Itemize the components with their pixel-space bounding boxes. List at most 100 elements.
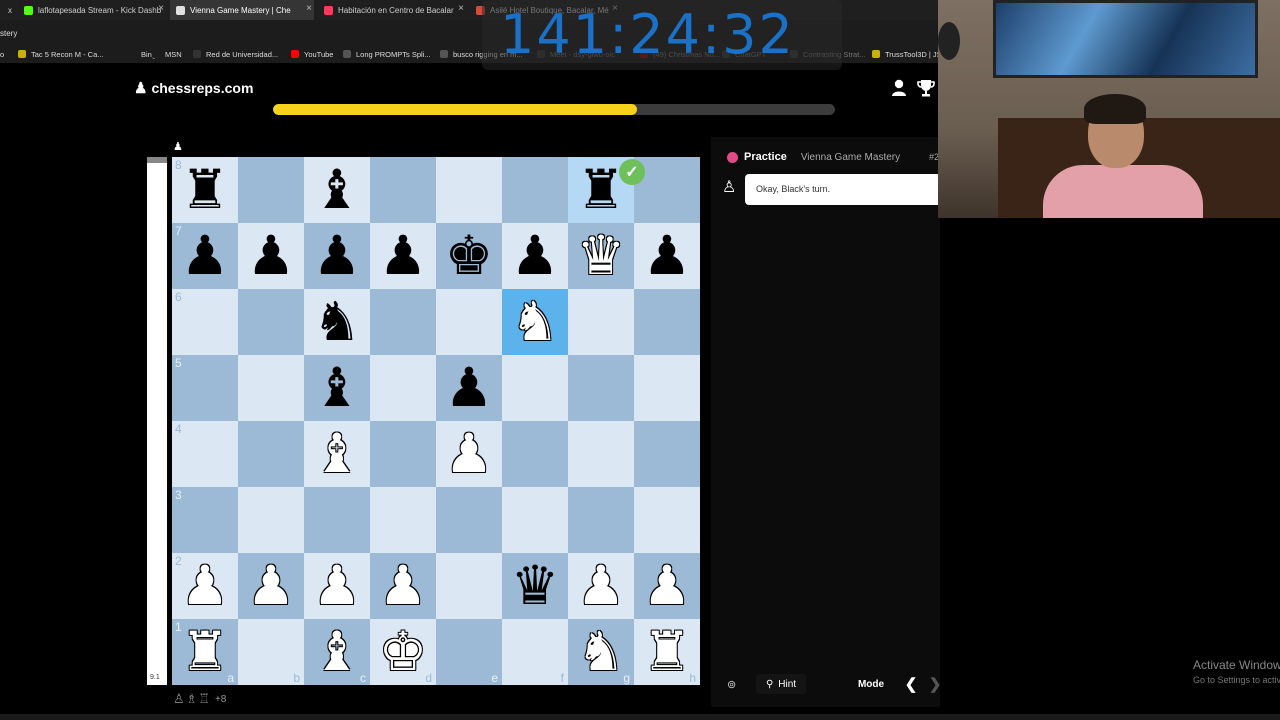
- hint-button[interactable]: ⚲ Hint: [756, 674, 806, 694]
- square-a5[interactable]: 5: [172, 355, 238, 421]
- white-pawn-icon[interactable]: ♟: [445, 427, 493, 481]
- settings-icon[interactable]: ⊚: [727, 678, 739, 691]
- square-a1[interactable]: 1 a ♜: [172, 619, 238, 685]
- square-c6[interactable]: ♞: [304, 289, 370, 355]
- square-b2[interactable]: ♟: [238, 553, 304, 619]
- square-f8[interactable]: [502, 157, 568, 223]
- square-c8[interactable]: ♝: [304, 157, 370, 223]
- square-a6[interactable]: 6: [172, 289, 238, 355]
- square-c3[interactable]: [304, 487, 370, 553]
- bookmark-item[interactable]: Tac 5 Recon M - Ca...: [18, 45, 104, 63]
- white-rook-icon[interactable]: ♜: [181, 625, 229, 679]
- black-rook-icon[interactable]: ♜: [577, 163, 625, 217]
- site-logo[interactable]: ♟ chessreps.com: [134, 78, 253, 98]
- square-f1[interactable]: f: [502, 619, 568, 685]
- square-c2[interactable]: ♟: [304, 553, 370, 619]
- square-d1[interactable]: d ♚: [370, 619, 436, 685]
- chess-board[interactable]: 8 ♜ ♝ ♜ 7 ♟ ♟ ♟ ♟ ♚ ♟ ♛ ♟ 6 ♞ ♞ 5 ♝ ♟ 4 ♝ ♟ 3 2 ♟ ♟ ♟ ♟ ♛ ♟ ♟ 1 a ♜ b c ♝ d ♚ e…: [172, 157, 700, 685]
- white-bishop-icon[interactable]: ♝: [313, 427, 361, 481]
- square-c1[interactable]: c ♝: [304, 619, 370, 685]
- white-pawn-icon[interactable]: ♟: [643, 559, 691, 613]
- square-b3[interactable]: [238, 487, 304, 553]
- white-pawn-icon[interactable]: ♟: [181, 559, 229, 613]
- square-f2[interactable]: ♛: [502, 553, 568, 619]
- white-bishop-icon[interactable]: ♝: [313, 625, 361, 679]
- trophy-icon[interactable]: [917, 78, 935, 98]
- profile-icon[interactable]: [891, 78, 907, 98]
- square-h7[interactable]: ♟: [634, 223, 700, 289]
- black-queen-icon[interactable]: ♛: [511, 559, 559, 613]
- square-a8[interactable]: 8 ♜: [172, 157, 238, 223]
- square-g6[interactable]: [568, 289, 634, 355]
- square-g4[interactable]: [568, 421, 634, 487]
- black-pawn-icon[interactable]: ♟: [379, 229, 427, 283]
- square-b1[interactable]: b: [238, 619, 304, 685]
- square-h2[interactable]: ♟: [634, 553, 700, 619]
- black-bishop-icon[interactable]: ♝: [313, 361, 361, 415]
- square-h4[interactable]: [634, 421, 700, 487]
- white-pawn-icon[interactable]: ♟: [379, 559, 427, 613]
- square-g5[interactable]: [568, 355, 634, 421]
- square-a7[interactable]: 7 ♟: [172, 223, 238, 289]
- square-b6[interactable]: [238, 289, 304, 355]
- bookmark-item[interactable]: Red de Universidad...: [193, 45, 278, 63]
- browser-tab[interactable]: Habitación en Centro de Bacalar ×: [318, 0, 466, 20]
- bookmark-item[interactable]: YouTube: [291, 45, 333, 63]
- tab-close-icon[interactable]: ×: [458, 3, 464, 14]
- previous-move-button[interactable]: ❮: [903, 674, 919, 694]
- white-knight-icon[interactable]: ♞: [577, 625, 625, 679]
- square-a2[interactable]: 2 ♟: [172, 553, 238, 619]
- tab-close-icon[interactable]: ×: [306, 3, 312, 14]
- bookmark-item[interactable]: o: [0, 45, 4, 63]
- square-d5[interactable]: [370, 355, 436, 421]
- white-pawn-icon[interactable]: ♟: [313, 559, 361, 613]
- square-a4[interactable]: 4: [172, 421, 238, 487]
- bookmark-item[interactable]: TrussTool3D | JS: [872, 45, 942, 63]
- black-pawn-icon[interactable]: ♟: [313, 229, 361, 283]
- square-d6[interactable]: [370, 289, 436, 355]
- square-e2[interactable]: [436, 553, 502, 619]
- square-c5[interactable]: ♝: [304, 355, 370, 421]
- black-king-icon[interactable]: ♚: [445, 229, 493, 283]
- square-e4[interactable]: ♟: [436, 421, 502, 487]
- black-bishop-icon[interactable]: ♝: [313, 163, 361, 217]
- white-king-icon[interactable]: ♚: [379, 625, 427, 679]
- square-f3[interactable]: [502, 487, 568, 553]
- square-f7[interactable]: ♟: [502, 223, 568, 289]
- square-d7[interactable]: ♟: [370, 223, 436, 289]
- square-e8[interactable]: [436, 157, 502, 223]
- square-f6[interactable]: ♞: [502, 289, 568, 355]
- square-f4[interactable]: [502, 421, 568, 487]
- black-pawn-icon[interactable]: ♟: [247, 229, 295, 283]
- square-b4[interactable]: [238, 421, 304, 487]
- browser-tab[interactable]: x: [0, 0, 14, 20]
- square-e6[interactable]: [436, 289, 502, 355]
- white-rook-icon[interactable]: ♜: [643, 625, 691, 679]
- white-pawn-icon[interactable]: ♟: [577, 559, 625, 613]
- square-g2[interactable]: ♟: [568, 553, 634, 619]
- square-b7[interactable]: ♟: [238, 223, 304, 289]
- square-c7[interactable]: ♟: [304, 223, 370, 289]
- square-a3[interactable]: 3: [172, 487, 238, 553]
- black-knight-icon[interactable]: ♞: [313, 295, 361, 349]
- square-d2[interactable]: ♟: [370, 553, 436, 619]
- square-g3[interactable]: [568, 487, 634, 553]
- square-d4[interactable]: [370, 421, 436, 487]
- white-knight-icon[interactable]: ♞: [511, 295, 559, 349]
- square-b5[interactable]: [238, 355, 304, 421]
- square-e5[interactable]: ♟: [436, 355, 502, 421]
- square-e7[interactable]: ♚: [436, 223, 502, 289]
- black-pawn-icon[interactable]: ♟: [445, 361, 493, 415]
- square-f5[interactable]: [502, 355, 568, 421]
- black-pawn-icon[interactable]: ♟: [511, 229, 559, 283]
- square-g7[interactable]: ♛: [568, 223, 634, 289]
- black-pawn-icon[interactable]: ♟: [643, 229, 691, 283]
- square-c4[interactable]: ♝: [304, 421, 370, 487]
- square-d8[interactable]: [370, 157, 436, 223]
- square-d3[interactable]: [370, 487, 436, 553]
- tab-close-icon[interactable]: ×: [158, 3, 164, 14]
- square-h3[interactable]: [634, 487, 700, 553]
- black-rook-icon[interactable]: ♜: [181, 163, 229, 217]
- square-h5[interactable]: [634, 355, 700, 421]
- black-pawn-icon[interactable]: ♟: [181, 229, 229, 283]
